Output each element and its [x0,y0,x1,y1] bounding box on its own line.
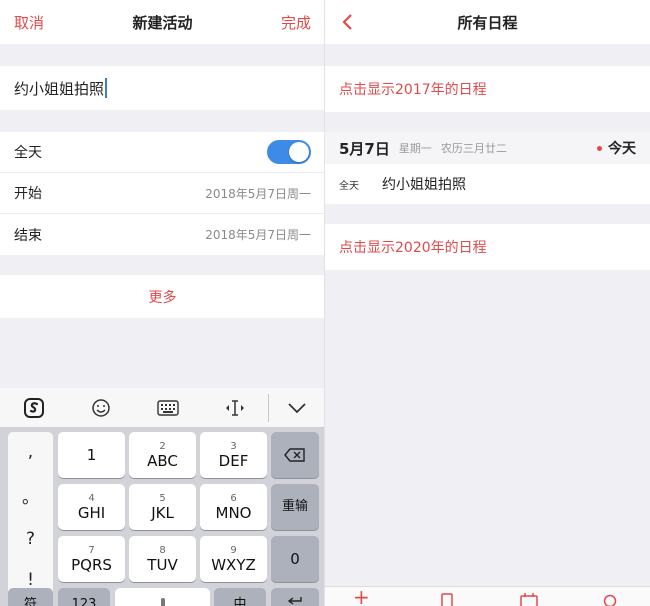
add-icon[interactable]: + [353,587,370,606]
event-title-value: 约小姐姐拍照 [14,79,105,98]
keyboard-switch-icon[interactable] [134,388,201,428]
start-label: 开始 [14,186,42,202]
done-button[interactable]: 完成 [281,12,311,33]
end-value: 2018年5月7日周一 [205,228,311,242]
emoji-icon[interactable] [67,388,134,428]
event-title-field[interactable]: 约小姐姐拍照 [0,66,325,110]
calendar-icon[interactable] [520,593,538,606]
show-2020-link[interactable]: 点击显示2020年的日程 [325,224,650,270]
punct-question[interactable]: ? [26,529,35,549]
bottom-tabbar: + [325,586,650,606]
punct-period[interactable]: 。 [22,483,39,508]
key-1[interactable]: 1 [58,432,125,478]
search-icon[interactable] [603,593,619,606]
key-6[interactable]: 6 MNO [200,484,267,530]
lunar-date-label: 农历三月廿二 [440,142,507,155]
key-8[interactable]: 8 TUV [129,536,196,582]
punctuation-column[interactable]: , 。 ? ! [8,432,53,600]
return-key[interactable] [271,588,319,606]
all-events-navbar: 所有日程 [325,0,650,44]
key-2[interactable]: 2 ABC [129,432,196,478]
numeric-key[interactable]: 123 [58,588,110,606]
end-row[interactable]: 结束 2018年5月7日周一 [0,214,325,255]
key-3[interactable]: 3 DEF [200,432,267,478]
today-label: 今天 [608,141,636,157]
keyboard: , 。 ? ! 1 2 ABC 3 DEF 4 GHI 5 JKL 6 MNO 重输 7P… [0,388,325,606]
language-key[interactable]: 中 [214,588,266,606]
symbol-key[interactable]: 符 [8,588,53,606]
show-2017-link[interactable]: 点击显示2017年的日程 [325,66,650,112]
allday-label: 全天 [14,145,42,161]
collapse-keyboard-icon[interactable] [269,388,325,428]
event-title: 约小姐姐拍照 [382,177,466,193]
new-event-panel: 取消 新建活动 完成 约小姐姐拍照 全天 开始 2018年5月7日周一 结束 2… [0,0,325,606]
key-5[interactable]: 5 JKL [129,484,196,530]
document-icon[interactable] [439,593,455,606]
allday-row[interactable]: 全天 [0,132,325,173]
weekday-label: 星期一 [398,142,432,155]
new-event-navbar: 取消 新建活动 完成 [0,0,325,44]
space-key[interactable] [115,588,210,606]
microphone-icon [160,598,165,606]
return-icon [287,597,302,605]
start-value: 2018年5月7日周一 [205,186,311,201]
sogou-logo-icon[interactable] [0,388,67,428]
key-4[interactable]: 4 GHI [58,484,125,530]
keyboard-keys: , 。 ? ! 1 2 ABC 3 DEF 4 GHI 5 JKL 6 MNO 重输 7P… [0,428,325,606]
page-title: 新建活动 [132,13,193,32]
keyboard-toolbar [0,388,325,428]
back-chevron-icon[interactable] [341,13,353,31]
cancel-button[interactable]: 取消 [14,12,44,33]
date-label: 5月7日 [339,139,390,158]
all-events-panel: 所有日程 点击显示2017年的日程 5月7日 星期一 农历三月廿二 今天 全天 … [325,0,650,606]
event-allday-label: 全天 [339,180,359,192]
punct-exclaim[interactable]: ! [27,570,34,590]
allday-toggle[interactable] [267,140,311,164]
time-settings-group: 全天 开始 2018年5月7日周一 结束 2018年5月7日周一 [0,132,325,255]
punct-comma[interactable]: , [28,442,33,462]
date-header: 5月7日 星期一 农历三月廿二 今天 [325,132,650,164]
reset-key[interactable]: 重输 [271,484,319,530]
today-badge: 今天 [597,138,636,158]
cursor-move-icon[interactable] [201,388,268,428]
delete-key[interactable] [271,432,319,478]
text-cursor [105,78,108,98]
start-row[interactable]: 开始 2018年5月7日周一 [0,173,325,214]
key-0[interactable]: 0 [271,536,319,582]
page-title: 所有日程 [457,13,518,32]
today-dot-icon [597,145,602,151]
key-7[interactable]: 7 PQRS [58,536,125,582]
more-button[interactable]: 更多 [0,275,325,318]
event-list-item[interactable]: 全天 约小姐姐拍照 [325,164,650,204]
backspace-icon [284,448,305,462]
toggle-knob [289,142,309,162]
end-label: 结束 [14,227,42,244]
key-9[interactable]: 9 WXYZ [200,536,267,582]
